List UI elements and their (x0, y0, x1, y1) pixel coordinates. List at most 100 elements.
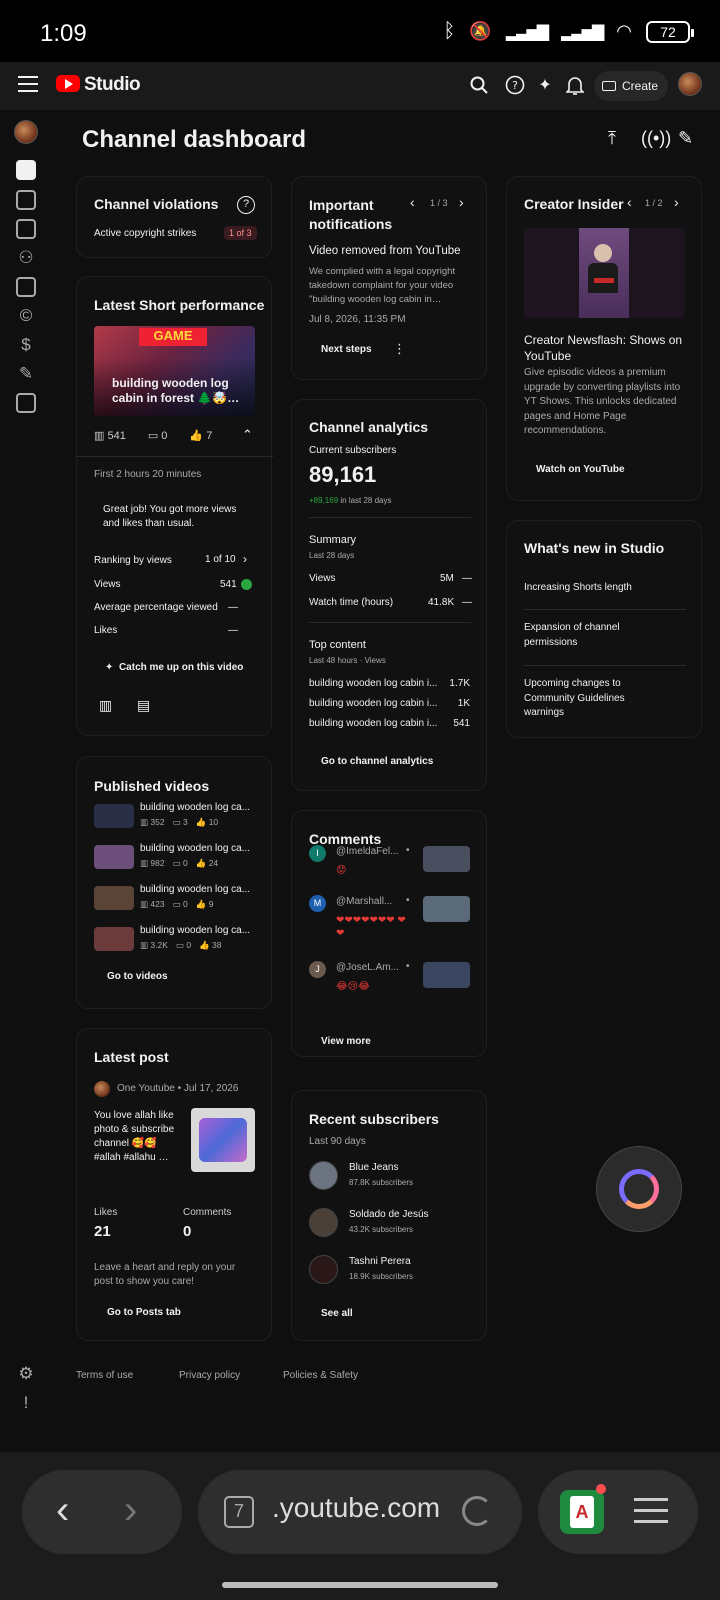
channel-avatar[interactable] (14, 120, 38, 144)
short-thumbnail[interactable]: GAME building wooden log cabin in forest… (94, 326, 255, 416)
next-icon[interactable]: › (459, 194, 464, 210)
browser-menu-icon[interactable] (634, 1498, 668, 1524)
earn-icon[interactable]: $ (14, 333, 38, 357)
subscriber-avatar[interactable] (309, 1255, 338, 1284)
privacy-link[interactable]: Privacy policy (179, 1370, 240, 1381)
address-bar[interactable]: 7 .youtube.com (198, 1470, 522, 1554)
go-to-videos-button[interactable]: Go to videos (107, 971, 168, 982)
comment-video-thumbnail[interactable] (423, 962, 470, 988)
post-image[interactable] (191, 1108, 255, 1172)
comment-video-thumbnail[interactable] (423, 846, 470, 872)
forward-icon[interactable]: › (124, 1488, 137, 1533)
next-icon[interactable]: › (674, 194, 679, 210)
go-live-icon[interactable]: ((•)) (641, 128, 671, 149)
video-title[interactable]: building wooden log ca... (140, 802, 250, 813)
analytics-icon[interactable]: ▥ (99, 697, 112, 714)
subscriber-name[interactable]: Soldado de Jesús (349, 1209, 429, 1220)
video-thumbnail[interactable] (94, 804, 134, 828)
whats-new-item[interactable]: Expansion of channel permissions (524, 621, 664, 650)
watch-on-youtube-button[interactable]: Watch on YouTube (536, 464, 625, 475)
customization-icon[interactable]: ✎ (14, 362, 38, 386)
solitaire-app-icon[interactable]: A (560, 1484, 606, 1534)
sparkle-icon[interactable]: ✦ (534, 74, 556, 96)
subtitles-icon[interactable] (16, 277, 36, 297)
collapse-chevron-icon[interactable]: ⌃ (242, 427, 253, 443)
comment-text: ❤❤❤❤❤❤❤ ❤❤ (336, 915, 406, 939)
create-post-icon[interactable]: ✎ (678, 128, 693, 149)
help-icon[interactable]: ? (237, 196, 255, 214)
commenter-avatar[interactable]: I (309, 845, 326, 862)
notification-heading: Video removed from YouTube (309, 245, 461, 257)
video-title[interactable]: building wooden log ca... (140, 884, 250, 895)
comments-icon[interactable]: ▤ (137, 697, 150, 714)
community-icon[interactable]: ⚇ (14, 246, 38, 270)
recent-subs-period: Last 90 days (309, 1136, 366, 1147)
whats-new-item[interactable]: Upcoming changes to Community Guidelines… (524, 677, 664, 721)
subscriber-name[interactable]: Tashni Perera (349, 1256, 411, 1267)
video-thumbnail[interactable] (94, 886, 134, 910)
comment-video-thumbnail[interactable] (423, 896, 470, 922)
account-avatar[interactable] (678, 72, 702, 96)
go-to-analytics-button[interactable]: Go to channel analytics (321, 756, 433, 767)
terms-link[interactable]: Terms of use (76, 1370, 133, 1381)
commenter-name[interactable]: @Marshall... (336, 896, 392, 907)
previous-icon[interactable]: ‹ (410, 194, 415, 210)
strikes-badge[interactable]: 1 of 3 (224, 226, 257, 240)
analytics-icon[interactable] (16, 219, 36, 239)
top-content-period: Last 48 hours · Views (309, 656, 386, 665)
content-icon[interactable] (16, 190, 36, 210)
subscriber-avatar[interactable] (309, 1208, 338, 1237)
upload-icon[interactable]: ⤒ (608, 128, 616, 149)
search-icon[interactable] (468, 74, 490, 96)
create-button[interactable]: Create (594, 71, 669, 101)
commenter-name[interactable]: @JoseL.Am... (336, 962, 399, 973)
commenter-name[interactable]: @ImeldaFel... (336, 846, 398, 857)
previous-icon[interactable]: ‹ (627, 194, 632, 210)
post-comments-label: Comments (183, 1207, 232, 1218)
signal-icon: ▂▃▅▇ (505, 23, 549, 41)
reload-icon[interactable] (462, 1496, 492, 1526)
chevron-right-icon[interactable]: › (243, 552, 247, 566)
subscriber-avatar[interactable] (309, 1161, 338, 1190)
policies-link[interactable]: Policies & Safety (283, 1370, 358, 1381)
copyright-icon[interactable]: © (14, 304, 38, 328)
view-more-button[interactable]: View more (321, 1036, 371, 1047)
commenter-avatar[interactable]: J (309, 961, 326, 978)
tab-count[interactable]: 7 (224, 1496, 254, 1528)
catch-me-up-button[interactable]: ✦ Catch me up on this video (105, 662, 243, 673)
likes-count: 24 (208, 858, 219, 868)
top-content-title[interactable]: building wooden log cabin i... (309, 678, 437, 689)
more-options-icon[interactable]: ⋮ (393, 341, 406, 357)
commenter-avatar[interactable]: M (309, 895, 326, 912)
post-author-avatar[interactable] (94, 1081, 110, 1097)
url-text[interactable]: .youtube.com (272, 1492, 440, 1524)
ai-assistant-button[interactable] (596, 1146, 682, 1232)
youtube-logo-icon[interactable] (56, 75, 80, 92)
dashboard-icon[interactable] (16, 160, 36, 180)
next-steps-button[interactable]: Next steps (321, 344, 372, 355)
ranking-value[interactable]: 1 of 10 (205, 554, 236, 565)
video-thumbnail[interactable] (94, 927, 134, 951)
back-icon[interactable]: ‹ (56, 1488, 69, 1533)
audio-library-icon[interactable] (16, 393, 36, 413)
insider-title: Creator Insider (524, 196, 624, 212)
home-indicator[interactable] (222, 1582, 498, 1588)
go-to-posts-button[interactable]: Go to Posts tab (107, 1307, 181, 1318)
video-title[interactable]: building wooden log ca... (140, 843, 250, 854)
notifications-bell-icon[interactable] (564, 74, 586, 96)
top-content-title[interactable]: building wooden log cabin i... (309, 698, 437, 709)
video-stats: ▥ 982 ▭ 0 👍 24 (140, 858, 218, 869)
whats-new-item[interactable]: Increasing Shorts length (524, 581, 664, 596)
video-title[interactable]: building wooden log ca... (140, 925, 250, 936)
video-thumbnail[interactable] (94, 845, 134, 869)
insider-video-thumbnail[interactable] (524, 228, 685, 318)
feedback-icon[interactable]: ! (14, 1391, 38, 1415)
top-content-title[interactable]: building wooden log cabin i... (309, 718, 437, 729)
studio-logo-text[interactable]: Studio (84, 74, 141, 96)
subscriber-name[interactable]: Blue Jeans (349, 1162, 398, 1173)
see-all-button[interactable]: See all (321, 1308, 353, 1319)
help-icon[interactable]: ? (504, 74, 526, 96)
settings-gear-icon[interactable]: ⚙ (14, 1362, 38, 1386)
bar-chart-icon: ▥ (140, 899, 151, 909)
menu-icon[interactable] (18, 76, 38, 92)
